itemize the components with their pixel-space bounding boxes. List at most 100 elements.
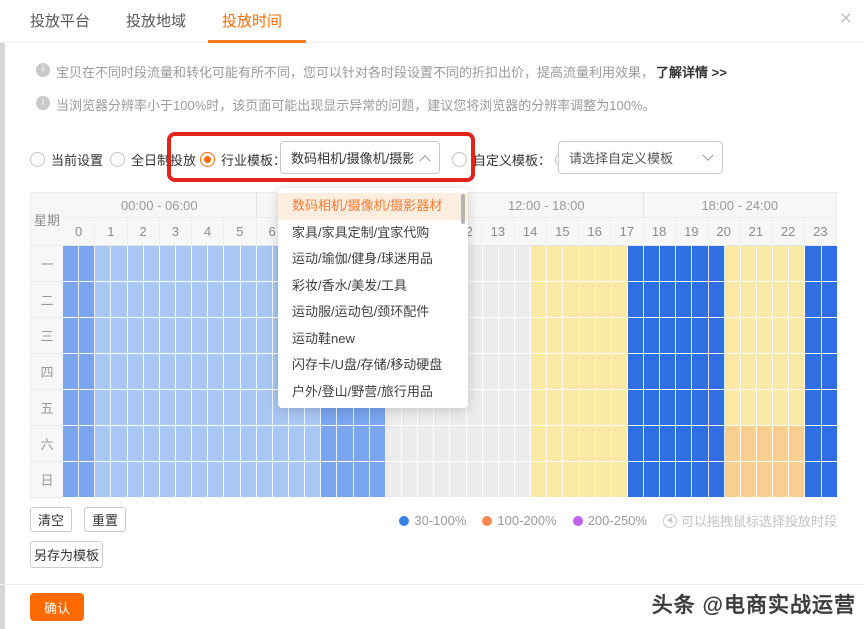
schedule-cell[interactable] xyxy=(467,390,483,425)
schedule-cell[interactable] xyxy=(596,390,612,425)
schedule-cell[interactable] xyxy=(515,354,531,389)
schedule-cell[interactable] xyxy=(660,282,676,317)
schedule-cell[interactable] xyxy=(386,462,402,497)
schedule-cell[interactable] xyxy=(692,282,708,317)
schedule-cell[interactable] xyxy=(111,390,127,425)
schedule-cell[interactable] xyxy=(822,282,837,317)
schedule-cell[interactable] xyxy=(111,354,127,389)
schedule-cell[interactable] xyxy=(596,354,612,389)
schedule-cell[interactable] xyxy=(822,390,837,425)
schedule-cell[interactable] xyxy=(111,318,127,353)
schedule-cell[interactable] xyxy=(160,354,176,389)
schedule-cell[interactable] xyxy=(63,318,79,353)
schedule-cell[interactable] xyxy=(467,462,483,497)
schedule-cell[interactable] xyxy=(676,426,692,461)
schedule-cell[interactable] xyxy=(531,246,547,281)
tab-delivery-region[interactable]: 投放地域 xyxy=(126,0,186,43)
schedule-cell[interactable] xyxy=(224,318,240,353)
schedule-cell[interactable] xyxy=(563,354,579,389)
schedule-cell[interactable] xyxy=(79,390,95,425)
schedule-cell[interactable] xyxy=(79,354,95,389)
schedule-cell[interactable] xyxy=(644,246,660,281)
schedule-cell[interactable] xyxy=(660,462,676,497)
schedule-cell[interactable] xyxy=(192,318,208,353)
schedule-cell[interactable] xyxy=(563,390,579,425)
schedule-cell[interactable] xyxy=(176,426,192,461)
schedule-cell[interactable] xyxy=(547,390,563,425)
dropdown-item[interactable]: 彩妆/香水/美发/工具 xyxy=(278,273,468,300)
schedule-cell[interactable] xyxy=(111,462,127,497)
schedule-cell[interactable] xyxy=(547,246,563,281)
schedule-cell[interactable] xyxy=(128,390,144,425)
schedule-cell[interactable] xyxy=(757,390,773,425)
schedule-cell[interactable] xyxy=(531,282,547,317)
schedule-cell[interactable] xyxy=(692,426,708,461)
schedule-cell[interactable] xyxy=(176,246,192,281)
schedule-cell[interactable] xyxy=(660,426,676,461)
schedule-cell[interactable] xyxy=(95,318,111,353)
schedule-cell[interactable] xyxy=(241,282,257,317)
schedule-cell[interactable] xyxy=(612,390,628,425)
schedule-cell[interactable] xyxy=(208,318,224,353)
schedule-cell[interactable] xyxy=(660,354,676,389)
schedule-cell[interactable] xyxy=(499,318,515,353)
schedule-cell[interactable] xyxy=(160,426,176,461)
clear-button[interactable]: 清空 xyxy=(30,507,72,532)
schedule-cell[interactable] xyxy=(176,462,192,497)
schedule-cell[interactable] xyxy=(128,282,144,317)
schedule-cell[interactable] xyxy=(79,282,95,317)
schedule-cell[interactable] xyxy=(257,282,273,317)
schedule-cell[interactable] xyxy=(757,246,773,281)
schedule-cell[interactable] xyxy=(531,426,547,461)
schedule-cell[interactable] xyxy=(741,282,757,317)
schedule-cell[interactable] xyxy=(257,246,273,281)
tab-delivery-platform[interactable]: 投放平台 xyxy=(30,0,90,43)
schedule-cell[interactable] xyxy=(192,354,208,389)
schedule-cell[interactable] xyxy=(789,462,805,497)
radio-current-settings[interactable]: 当前设置 xyxy=(30,150,103,169)
schedule-cell[interactable] xyxy=(63,282,79,317)
schedule-cell[interactable] xyxy=(563,282,579,317)
schedule-cell[interactable] xyxy=(128,426,144,461)
schedule-cell[interactable] xyxy=(208,462,224,497)
schedule-cell[interactable] xyxy=(208,282,224,317)
schedule-cell[interactable] xyxy=(789,426,805,461)
schedule-cell[interactable] xyxy=(354,462,370,497)
schedule-cell[interactable] xyxy=(822,354,837,389)
dropdown-item[interactable]: 户外/登山/野营/旅行用品 xyxy=(278,379,468,406)
schedule-cell[interactable] xyxy=(596,246,612,281)
schedule-cell[interactable] xyxy=(580,390,596,425)
schedule-cell[interactable] xyxy=(192,426,208,461)
schedule-cell[interactable] xyxy=(709,462,725,497)
schedule-cell[interactable] xyxy=(773,354,789,389)
schedule-cell[interactable] xyxy=(725,390,741,425)
schedule-cell[interactable] xyxy=(224,390,240,425)
notice-link[interactable]: 了解详情 >> xyxy=(656,62,727,81)
schedule-cell[interactable] xyxy=(644,390,660,425)
schedule-cell[interactable] xyxy=(224,354,240,389)
schedule-cell[interactable] xyxy=(805,390,821,425)
schedule-cell[interactable] xyxy=(128,354,144,389)
schedule-cell[interactable] xyxy=(160,390,176,425)
close-icon[interactable]: × xyxy=(840,8,852,29)
schedule-cell[interactable] xyxy=(95,390,111,425)
schedule-cell[interactable] xyxy=(402,426,418,461)
schedule-cell[interactable] xyxy=(273,462,289,497)
schedule-cell[interactable] xyxy=(709,246,725,281)
schedule-cell[interactable] xyxy=(370,426,386,461)
schedule-cell[interactable] xyxy=(822,462,837,497)
schedule-cell[interactable] xyxy=(289,462,305,497)
schedule-cell[interactable] xyxy=(354,426,370,461)
schedule-cell[interactable] xyxy=(805,462,821,497)
schedule-cell[interactable] xyxy=(176,390,192,425)
schedule-cell[interactable] xyxy=(224,282,240,317)
schedule-cell[interactable] xyxy=(547,354,563,389)
schedule-cell[interactable] xyxy=(515,426,531,461)
schedule-cell[interactable] xyxy=(192,390,208,425)
schedule-cell[interactable] xyxy=(580,462,596,497)
schedule-cell[interactable] xyxy=(773,246,789,281)
schedule-cell[interactable] xyxy=(547,462,563,497)
schedule-cell[interactable] xyxy=(241,318,257,353)
schedule-cell[interactable] xyxy=(644,354,660,389)
schedule-cell[interactable] xyxy=(241,390,257,425)
